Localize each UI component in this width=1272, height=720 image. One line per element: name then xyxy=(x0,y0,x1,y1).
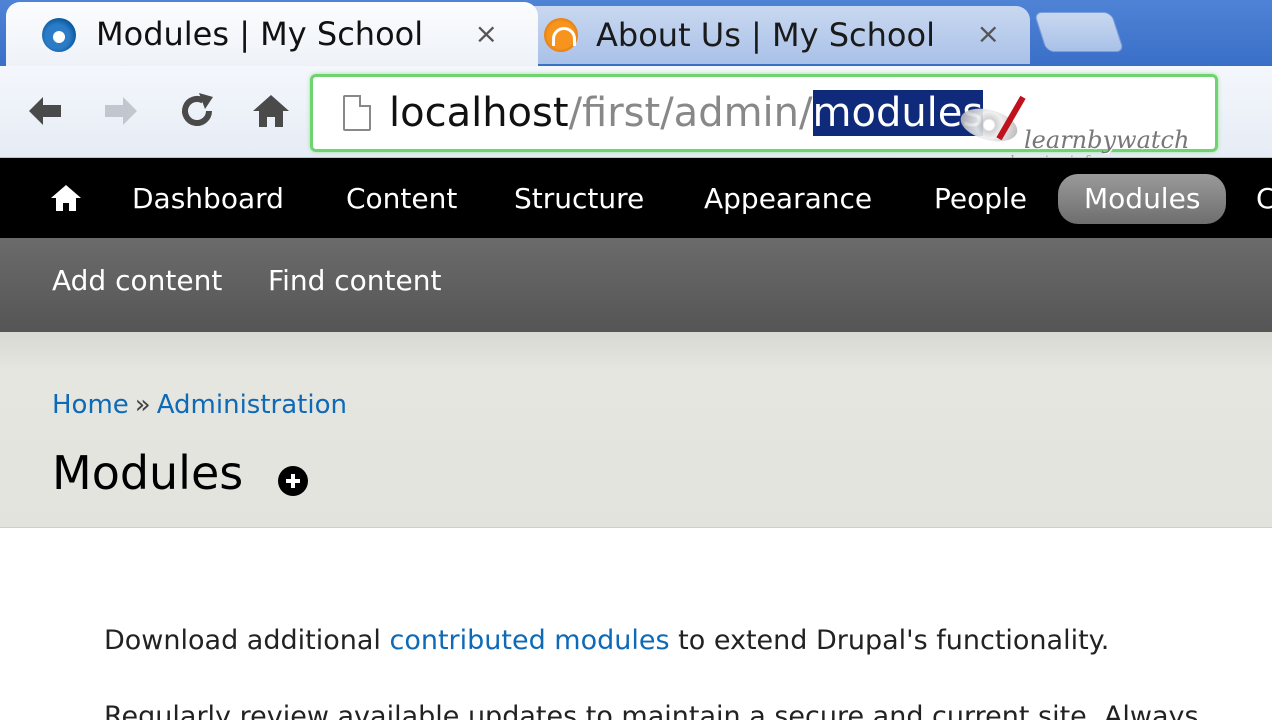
breadcrumb-administration[interactable]: Administration xyxy=(157,390,347,420)
help-text-after: to extend Drupal's functionality. xyxy=(669,625,1110,656)
admin-toolbar: Dashboard Content Structure Appearance P… xyxy=(0,158,1272,238)
breadcrumb-separator: » xyxy=(134,390,151,420)
browser-tab-strip: Modules | My School × About Us | My Scho… xyxy=(0,0,1272,66)
url-path: /first/admin/ xyxy=(568,90,813,136)
shortcut-add-content[interactable]: Add content xyxy=(52,264,222,297)
url-text[interactable]: localhost/first/admin/modules xyxy=(389,85,984,141)
close-icon[interactable]: × xyxy=(977,18,1000,50)
tab-title: About Us | My School xyxy=(596,16,935,54)
home-icon[interactable] xyxy=(50,182,82,214)
reload-button[interactable] xyxy=(172,86,222,136)
toolbar-item-truncated[interactable]: C xyxy=(1256,180,1272,220)
toolbar-item-content[interactable]: Content xyxy=(346,180,457,220)
home-button[interactable] xyxy=(246,86,296,136)
rss-icon xyxy=(544,18,578,52)
tab-modules[interactable]: Modules | My School × xyxy=(6,2,538,66)
toolbar-item-dashboard[interactable]: Dashboard xyxy=(132,180,284,220)
help-text-before: Download additional xyxy=(104,625,390,656)
help-text-download: Download additional contributed modules … xyxy=(104,625,1109,656)
breadcrumb-home[interactable]: Home xyxy=(52,390,129,420)
home-icon xyxy=(253,95,289,127)
new-tab-button[interactable] xyxy=(1033,12,1125,52)
url-host: localhost xyxy=(389,90,569,136)
shortcut-find-content[interactable]: Find content xyxy=(268,264,441,297)
page-title: Modules xyxy=(52,446,244,500)
contributed-modules-link[interactable]: contributed modules xyxy=(389,625,669,656)
close-icon[interactable]: × xyxy=(475,18,498,50)
forward-button[interactable] xyxy=(96,86,146,136)
back-arrow-icon xyxy=(29,97,61,125)
reload-icon xyxy=(182,93,213,126)
tab-about-us[interactable]: About Us | My School × xyxy=(520,6,1030,64)
forward-arrow-icon xyxy=(105,97,137,125)
main-content: Download additional contributed modules … xyxy=(0,529,1272,720)
page-icon xyxy=(343,95,371,131)
help-text-updates: Regularly review available updates to ma… xyxy=(104,701,1199,720)
drupal-icon xyxy=(42,18,76,52)
add-shortcut-icon[interactable] xyxy=(278,466,308,496)
watermark-brand: learnbywatch xyxy=(1024,126,1190,154)
tab-title: Modules | My School xyxy=(96,15,424,53)
back-button[interactable] xyxy=(20,86,70,136)
shortcut-bar: Add content Find content xyxy=(0,238,1272,332)
url-selected-text: modules xyxy=(812,90,984,136)
toolbar-item-appearance[interactable]: Appearance xyxy=(704,180,872,220)
breadcrumb: Home» Administration xyxy=(52,390,347,420)
toolbar-item-people[interactable]: People xyxy=(934,180,1027,220)
toolbar-item-modules[interactable]: Modules xyxy=(1058,174,1227,224)
page-header: Home» Administration Modules xyxy=(0,332,1272,528)
toolbar-item-structure[interactable]: Structure xyxy=(514,180,644,220)
